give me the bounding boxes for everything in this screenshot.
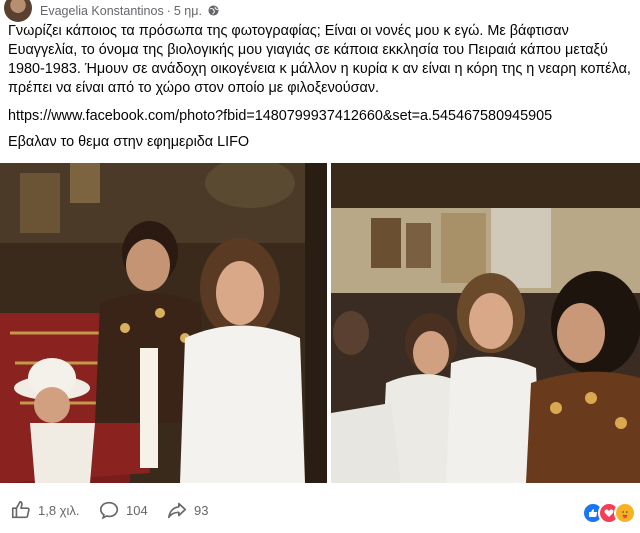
photo-baptism-right[interactable] — [331, 163, 640, 483]
avatar[interactable] — [4, 0, 32, 22]
like-count: 1,8 χιλ. — [38, 502, 80, 518]
post-body: Γνωρίζει κάποιος τα πρόσωπα της φωτογραφ… — [8, 22, 634, 98]
thumbs-up-icon — [11, 500, 30, 519]
comment-button[interactable]: 104 — [98, 498, 148, 522]
share-count: 93 — [194, 502, 209, 518]
post-link[interactable]: https://www.facebook.com/photo?fbid=1480… — [8, 108, 552, 124]
photo-baptism-left[interactable] — [0, 163, 327, 483]
post-header: Evagelia Konstantinos · 5 ημ. — [0, 0, 640, 24]
author-name[interactable]: Evagelia Konstantinos — [40, 4, 164, 18]
separator-dot: · — [166, 4, 171, 18]
share-button[interactable]: 93 — [166, 498, 208, 522]
comment-icon — [99, 501, 119, 520]
globe-icon — [208, 5, 219, 16]
post-note: Εβαλαν το θεμα στην εφημεριδα LIFO — [8, 134, 250, 150]
post-message: Γνωρίζει κάποιος τα πρόσωπα της φωτογραφ… — [8, 23, 631, 96]
like-button[interactable]: 1,8 χιλ. — [10, 498, 80, 522]
photo-right-image — [331, 163, 640, 483]
photo-left-image — [0, 163, 327, 483]
author-meta: Evagelia Konstantinos · 5 ημ. — [40, 4, 219, 18]
share-arrow-icon — [167, 502, 187, 519]
care-reaction-icon — [614, 502, 636, 524]
post-actions: 1,8 χιλ. 104 93 — [0, 498, 640, 528]
reaction-summary[interactable] — [582, 502, 636, 524]
comment-count: 104 — [126, 502, 148, 518]
post-time[interactable]: 5 ημ. — [174, 4, 202, 18]
photo-grid — [0, 163, 640, 483]
